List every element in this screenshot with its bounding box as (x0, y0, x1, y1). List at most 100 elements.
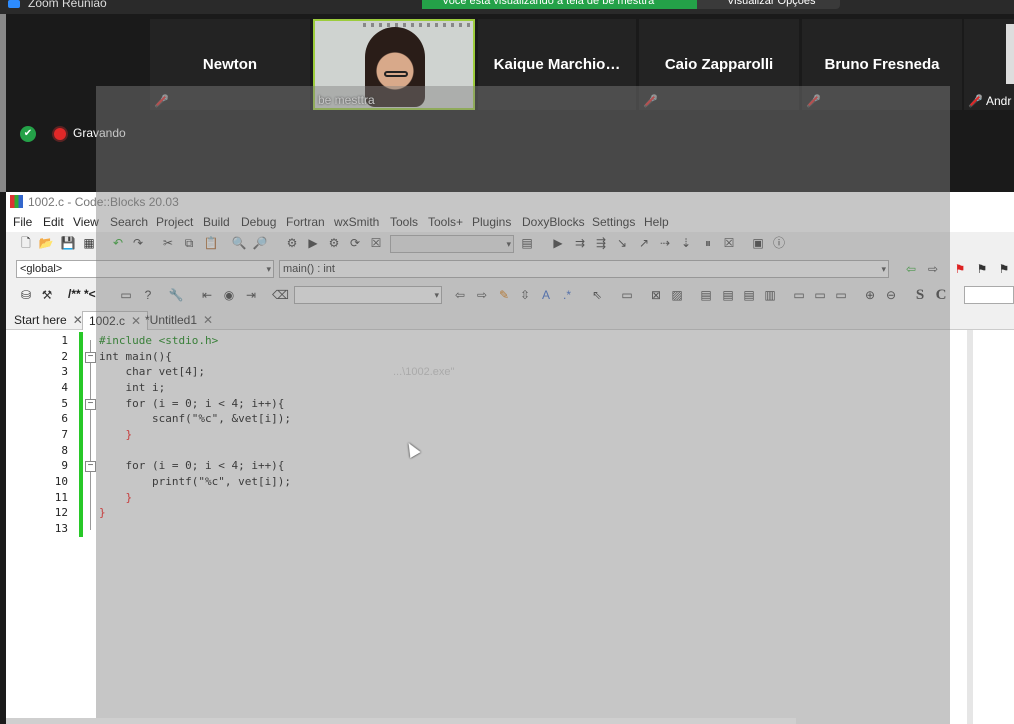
view-options-button[interactable]: Visualizar Opções (697, 0, 840, 9)
regex-icon[interactable]: .* (559, 287, 575, 303)
save-icon[interactable]: 💾 (60, 235, 76, 251)
menu-tools[interactable]: Tools (390, 215, 418, 229)
extra-input[interactable] (964, 286, 1014, 304)
stop-debug-icon[interactable]: ☒ (721, 235, 737, 251)
jump-back-icon[interactable]: ⇦ (903, 261, 919, 277)
build-icon[interactable]: ⚙ (284, 235, 300, 251)
menu-file[interactable]: File (13, 215, 32, 229)
menu-edit[interactable]: Edit (43, 215, 64, 229)
participant-tile[interactable]: 🎤 Andr (964, 19, 1014, 110)
chm-icon[interactable]: ? (140, 287, 156, 303)
extract-docs-icon[interactable]: ⚒ (39, 287, 55, 303)
insert-comment-button[interactable]: /** *< (68, 287, 96, 301)
build-run-icon[interactable]: ⚙ (326, 235, 342, 251)
find-icon[interactable]: 🔍 (231, 235, 247, 251)
image-icon[interactable]: ⊠ (648, 287, 664, 303)
undo-icon[interactable]: ↶ (110, 235, 126, 251)
close-icon[interactable]: ✕ (203, 313, 213, 327)
code-editor[interactable]: 1 2 3 4 5 6 7 8 9 10 11 12 13 − − − #inc… (6, 330, 1014, 724)
jump-forward-icon[interactable]: ⇨ (925, 261, 941, 277)
replace-icon[interactable]: 🔎 (252, 235, 268, 251)
forward-arrow-icon[interactable]: ⇨ (474, 287, 490, 303)
next-instruction-icon[interactable]: ⇢ (657, 235, 673, 251)
function-select[interactable]: main() : int ▾ (279, 260, 889, 278)
frame-icon[interactable]: ▭ (833, 287, 849, 303)
layout-icon[interactable]: ▤ (698, 287, 714, 303)
zoom-out-icon[interactable]: ⊖ (883, 287, 899, 303)
paste-icon[interactable]: 📋 (203, 235, 219, 251)
participant-tile[interactable]: Caio Zapparolli 🎤 (639, 19, 799, 110)
security-shield-icon[interactable]: ✔ (20, 126, 36, 142)
menu-help[interactable]: Help (644, 215, 669, 229)
html-icon[interactable]: ▭ (118, 287, 134, 303)
open-icon[interactable]: 📂 (38, 235, 54, 251)
strike-icon[interactable]: S (912, 287, 928, 303)
next-line-icon[interactable]: ⇶ (593, 235, 609, 251)
prev-bookmark-icon[interactable]: ⚑ (974, 261, 990, 277)
fold-toggle-icon[interactable]: − (85, 461, 96, 472)
debug-windows-icon[interactable]: ▣ (750, 235, 766, 251)
abort-icon[interactable]: ☒ (368, 235, 384, 251)
search-combo[interactable]: ▾ (294, 286, 442, 304)
zoom-in-icon[interactable]: ⊕ (862, 287, 878, 303)
menu-settings[interactable]: Settings (592, 215, 635, 229)
save-all-icon[interactable]: ▦ (81, 235, 97, 251)
highlight-icon[interactable]: ✎ (496, 287, 512, 303)
menu-plugins[interactable]: Plugins (472, 215, 511, 229)
scope-select[interactable]: <global> ▾ (16, 260, 274, 278)
clear-icon[interactable]: ⌫ (272, 287, 289, 303)
layout-icon[interactable]: ▥ (762, 287, 778, 303)
vertical-scrollbar[interactable] (967, 330, 973, 724)
tab-start-here[interactable]: Start here ✕ (8, 311, 89, 330)
run-to-cursor-icon[interactable]: ⇉ (572, 235, 588, 251)
build-target-select[interactable]: ▾ (390, 235, 514, 253)
pointer-icon[interactable]: ⇖ (589, 287, 605, 303)
frame-icon[interactable]: ▭ (791, 287, 807, 303)
menu-project[interactable]: Project (156, 215, 193, 229)
participant-video-tile[interactable]: be mesttra (313, 19, 475, 110)
menu-build[interactable]: Build (203, 215, 230, 229)
preferences-icon[interactable]: 🔧 (168, 287, 184, 303)
layout-icon[interactable]: ▤ (720, 287, 736, 303)
step-instruction-icon[interactable]: ⇣ (678, 235, 694, 251)
info-icon[interactable]: ⓘ (771, 235, 787, 251)
rectangle-icon[interactable]: ▭ (619, 287, 635, 303)
horizontal-scrollbar[interactable] (6, 718, 796, 724)
participant-tile[interactable]: Kaique Marchio… (478, 19, 636, 110)
back-arrow-icon[interactable]: ⇦ (452, 287, 468, 303)
pause-icon[interactable]: ⏸ (700, 235, 716, 251)
text-box-icon[interactable]: ▨ (669, 287, 685, 303)
debug-run-icon[interactable]: ▶ (550, 235, 566, 251)
fold-toggle-icon[interactable]: − (85, 399, 96, 410)
copy-icon[interactable]: ⧉ (181, 235, 197, 251)
step-into-icon[interactable]: ↘ (614, 235, 630, 251)
run-icon[interactable]: ▶ (305, 235, 321, 251)
menu-wxsmith[interactable]: wxSmith (334, 215, 379, 229)
prev-icon[interactable]: ⇤ (199, 287, 215, 303)
next-icon[interactable]: ⇥ (243, 287, 259, 303)
redo-icon[interactable]: ↷ (130, 235, 146, 251)
record-icon[interactable]: ◉ (221, 287, 237, 303)
frame-icon[interactable]: ▭ (812, 287, 828, 303)
menu-tools-plus[interactable]: Tools+ (428, 215, 463, 229)
menu-search[interactable]: Search (110, 215, 148, 229)
fold-toggle-icon[interactable]: − (85, 352, 96, 363)
menu-fortran[interactable]: Fortran (286, 215, 325, 229)
step-out-icon[interactable]: ↗ (636, 235, 652, 251)
recording-icon[interactable] (54, 128, 66, 140)
participant-tile[interactable]: Bruno Fresneda 🎤 (802, 19, 962, 110)
next-bookmark-icon[interactable]: ⚑ (996, 261, 1012, 277)
cut-icon[interactable]: ✂ (160, 235, 176, 251)
doxywizard-icon[interactable]: ⛁ (18, 287, 34, 303)
rebuild-icon[interactable]: ⟳ (347, 235, 363, 251)
show-log-icon[interactable]: ▤ (519, 235, 535, 251)
menu-debug[interactable]: Debug (241, 215, 276, 229)
menu-view[interactable]: View (73, 215, 99, 229)
new-file-icon[interactable]: 🗋 (18, 235, 34, 251)
tab-untitled1[interactable]: *Untitled1 ✕ (139, 311, 219, 330)
participant-tile[interactable]: Newton 🎤 (150, 19, 310, 110)
bookmark-icon[interactable]: ⚑ (952, 261, 968, 277)
code-icon[interactable]: C (933, 287, 949, 303)
select-icon[interactable]: ⇳ (517, 287, 533, 303)
font-icon[interactable]: A (538, 287, 554, 303)
